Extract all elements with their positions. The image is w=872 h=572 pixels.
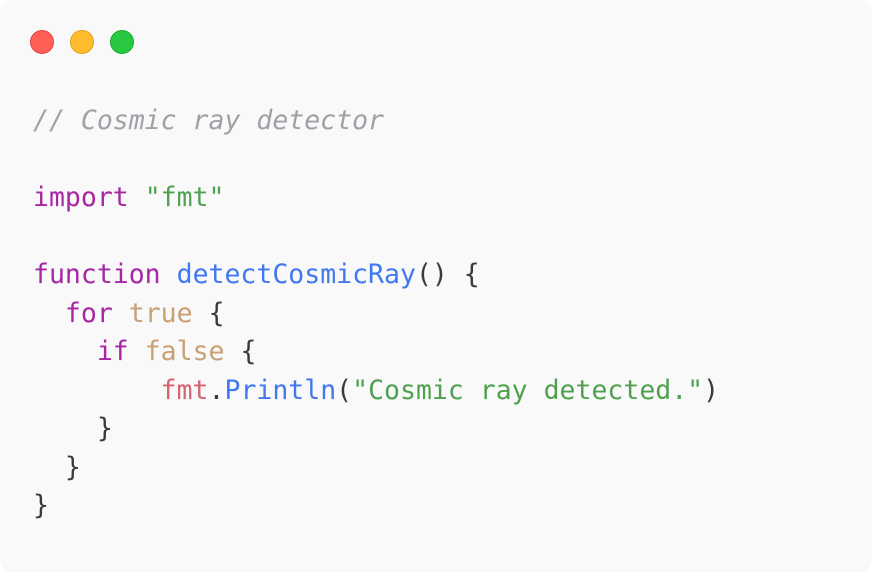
- for-brace-close: }: [64, 451, 81, 483]
- for-keyword: for: [64, 297, 113, 329]
- minimize-button[interactable]: [70, 30, 94, 54]
- code-line-function-close: }: [33, 487, 719, 526]
- code-block: // Cosmic ray detector import "fmt" func…: [33, 102, 719, 526]
- method-name: Println: [224, 374, 337, 406]
- function-signature-open: () {: [415, 259, 480, 290]
- function-keyword: function: [33, 259, 161, 290]
- code-line-function: function detectCosmicRay() {: [33, 256, 719, 295]
- zoom-button[interactable]: [110, 30, 134, 54]
- code-window: // Cosmic ray detector import "fmt" func…: [0, 0, 872, 572]
- if-keyword: if: [96, 336, 129, 367]
- code-line-for-close: }: [33, 449, 719, 488]
- code-line-import: import "fmt": [33, 179, 719, 218]
- code-line-println: fmt.Println("Cosmic ray detected."): [33, 372, 719, 411]
- code-comment: // Cosmic ray detector: [33, 105, 384, 136]
- import-path: "fmt": [144, 182, 225, 213]
- code-line-comment: // Cosmic ray detector: [33, 102, 719, 141]
- call-paren-close: ): [703, 374, 720, 406]
- member-dot: .: [208, 374, 225, 406]
- close-button[interactable]: [30, 30, 54, 54]
- if-condition: false: [144, 336, 225, 367]
- if-brace-open: {: [240, 336, 257, 367]
- function-name: detectCosmicRay: [176, 259, 416, 290]
- for-condition: true: [128, 297, 193, 329]
- code-line-if: if false {: [33, 333, 719, 372]
- function-brace-close: }: [33, 490, 49, 521]
- code-line-if-close: }: [33, 410, 719, 449]
- message-string: "Cosmic ray detected.": [352, 374, 704, 406]
- for-brace-open: {: [208, 297, 225, 329]
- import-keyword: import: [33, 182, 129, 213]
- if-brace-close: }: [96, 413, 113, 444]
- package-name: fmt: [160, 374, 209, 406]
- call-paren-open: (: [336, 374, 353, 406]
- code-line-for: for true {: [33, 295, 719, 334]
